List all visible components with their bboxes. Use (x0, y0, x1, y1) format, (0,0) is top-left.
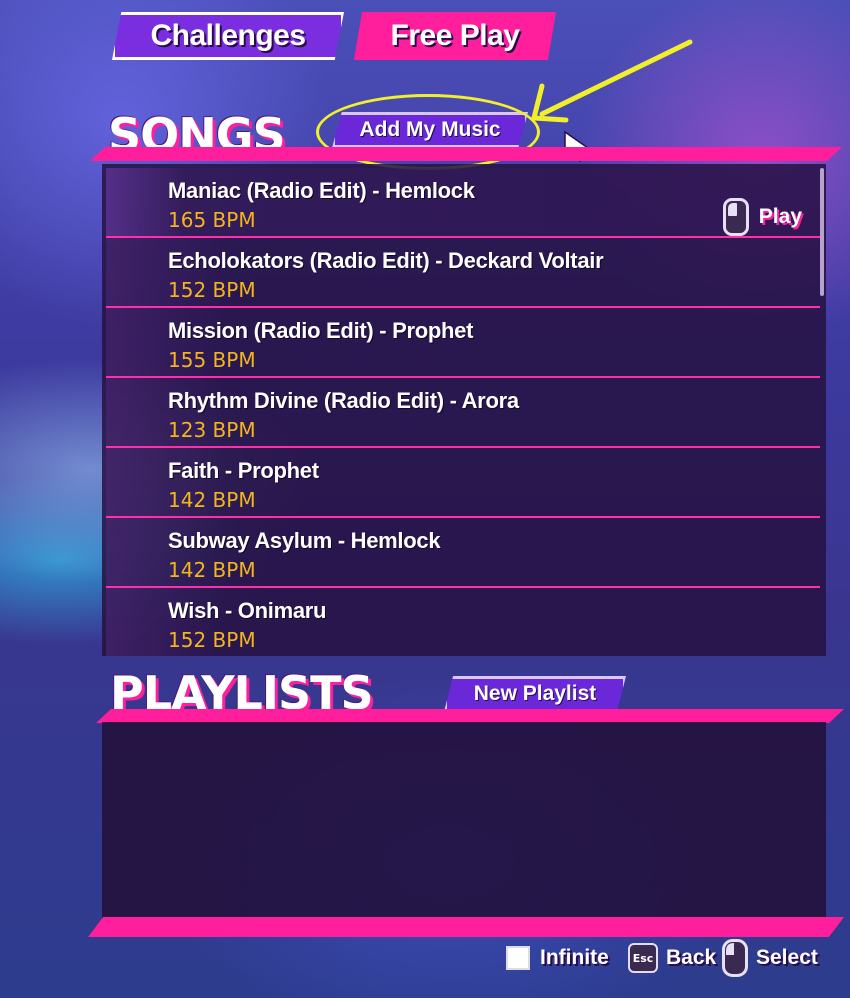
play-label: Play (758, 205, 802, 228)
song-title: Rhythm Divine (Radio Edit) - Arora (168, 388, 519, 413)
esc-key-icon: Esc (628, 943, 658, 973)
song-title: Faith - Prophet (168, 458, 319, 483)
songs-header-bar (90, 147, 842, 161)
song-title: Mission (Radio Edit) - Prophet (168, 318, 474, 343)
infinite-label: Infinite (540, 946, 609, 969)
song-bpm: 152 BPM (168, 278, 256, 302)
songs-list[interactable]: Maniac (Radio Edit) - Hemlock 165 BPM Pl… (102, 164, 826, 656)
song-bpm: 155 BPM (168, 348, 256, 372)
song-row[interactable]: Maniac (Radio Edit) - Hemlock 165 BPM Pl… (106, 168, 820, 238)
play-hint[interactable]: Play (722, 198, 802, 236)
song-bpm: 165 BPM (168, 208, 256, 232)
checkbox-icon[interactable] (506, 946, 530, 970)
song-bpm: 142 BPM (168, 558, 256, 582)
song-row[interactable]: Mission (Radio Edit) - Prophet 155 BPM (106, 308, 820, 378)
back-label: Back (666, 946, 717, 969)
song-bpm: 152 BPM (168, 628, 256, 652)
select-label: Select (756, 946, 818, 969)
song-row[interactable]: Echolokators (Radio Edit) - Deckard Volt… (106, 238, 820, 308)
song-row[interactable]: Wish - Onimaru 152 BPM (106, 588, 820, 656)
song-row[interactable]: Subway Asylum - Hemlock 142 BPM (106, 518, 820, 588)
song-row[interactable]: Rhythm Divine (Radio Edit) - Arora 123 B… (106, 378, 820, 448)
song-title: Wish - Onimaru (168, 598, 327, 623)
mouse-left-click-icon (722, 198, 749, 236)
song-title: Echolokators (Radio Edit) - Deckard Volt… (168, 248, 604, 273)
song-title: Maniac (Radio Edit) - Hemlock (168, 178, 475, 203)
back-hint[interactable]: Esc Back (628, 938, 716, 978)
panel-bottom-bar (88, 917, 844, 937)
new-playlist-button[interactable]: New Playlist (444, 676, 626, 712)
song-row[interactable]: Faith - Prophet 142 BPM (106, 448, 820, 518)
song-bpm: 123 BPM (168, 418, 256, 442)
song-bpm: 142 BPM (168, 488, 256, 512)
songs-scrollbar[interactable] (820, 168, 824, 296)
playlists-list[interactable] (102, 722, 826, 922)
mouse-left-click-icon (722, 939, 748, 977)
select-hint[interactable]: Select (722, 938, 818, 978)
tab-challenges[interactable]: Challenges (112, 12, 344, 60)
song-title: Subway Asylum - Hemlock (168, 528, 441, 553)
playlists-header-bar (96, 709, 844, 723)
infinite-toggle[interactable]: Infinite (506, 938, 609, 978)
annotation-arrow-icon (531, 39, 693, 123)
